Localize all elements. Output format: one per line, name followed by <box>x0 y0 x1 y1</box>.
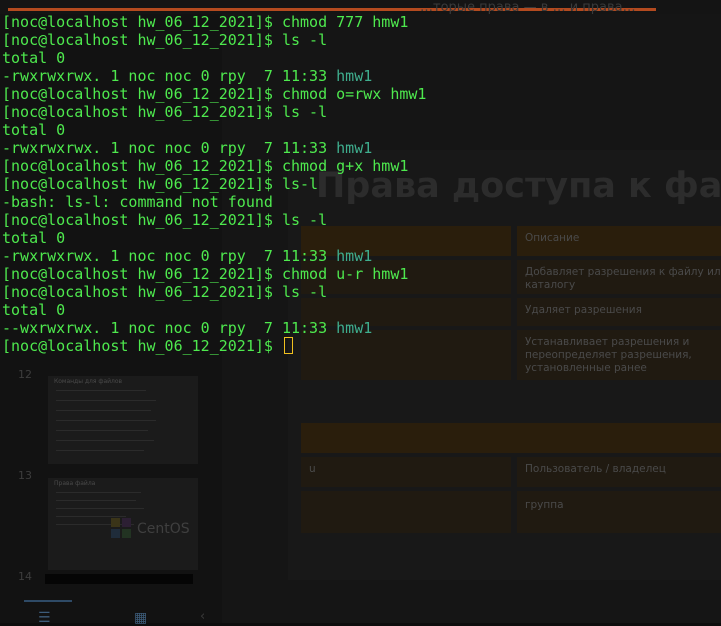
table-cell: группа <box>517 491 721 533</box>
terminal-line: [noc@localhost hw_06_12_2021]$ ls -l <box>2 211 327 229</box>
table-cell: Устанавливает разрешения и переопределяе… <box>517 330 721 380</box>
terminal-line: total 0 <box>2 229 65 247</box>
table-cell: Добавляет разрешения к файлу или каталог… <box>517 260 721 294</box>
thumbnail-title: Команды для файлов <box>54 378 123 385</box>
terminal-text: total 0 <box>2 49 66 67</box>
viewer-top-text: …торые права — в … и права… <box>420 0 636 15</box>
table-row: u Пользователь / владелец <box>301 457 721 487</box>
cell-text: Описание <box>525 232 580 244</box>
terminal-line: [noc@localhost hw_06_12_2021]$ chmod o=r… <box>2 85 426 103</box>
terminal-text: total 0 <box>2 121 66 139</box>
table-cell <box>301 491 511 533</box>
terminal-text: [noc@localhost hw_06_12_2021]$ chmod o=r… <box>2 85 427 103</box>
terminal-line: total 0 <box>2 121 65 139</box>
cell-text: группа <box>525 499 564 511</box>
terminal-text: [noc@localhost hw_06_12_2021]$ ls -l <box>2 103 328 121</box>
terminal-text: [noc@localhost hw_06_12_2021]$ chmod u-r… <box>2 265 409 283</box>
terminal-text: -rwxrwxrwx. 1 noc noc 0 rpy 7 11:33 <box>2 247 337 265</box>
table-cell: u <box>301 457 511 487</box>
slide-number: 12 <box>18 368 32 381</box>
table-row: Устанавливает разрешения и переопределяе… <box>301 330 721 380</box>
terminal-line: [noc@localhost hw_06_12_2021]$ ls -l <box>2 283 327 301</box>
table-cell: Описание <box>517 226 721 256</box>
terminal-line: -bash: ls-l: command not found <box>2 193 273 211</box>
file-name: hmw1 <box>336 67 373 85</box>
terminal-line: [noc@localhost hw_06_12_2021]$ <box>2 337 293 355</box>
cell-text: Устанавливает разрешения и переопределяе… <box>525 336 692 374</box>
thumbnail-line <box>56 430 148 431</box>
terminal-cursor[interactable] <box>283 337 293 354</box>
terminal-line: [noc@localhost hw_06_12_2021]$ chmod u-r… <box>2 265 408 283</box>
terminal-line: [noc@localhost hw_06_12_2021]$ ls -l <box>2 103 327 121</box>
slide-table-band <box>301 423 721 453</box>
terminal-line: total 0 <box>2 49 65 67</box>
terminal-text: [noc@localhost hw_06_12_2021]$ <box>2 337 282 355</box>
terminal-text: [noc@localhost hw_06_12_2021]$ ls-l <box>2 175 319 193</box>
terminal-line: [noc@localhost hw_06_12_2021]$ ls -l <box>2 31 327 49</box>
slide-number: 13 <box>18 469 32 482</box>
thumbnail-line <box>56 508 144 509</box>
list-view-icon[interactable]: ☰ <box>38 610 51 626</box>
terminal-line: --wxrwxrwx. 1 noc noc 0 rpy 7 11:33 hmw1 <box>2 319 372 337</box>
terminal-text: [noc@localhost hw_06_12_2021]$ chmod g+x… <box>2 157 409 175</box>
thumbnail-line <box>56 400 156 401</box>
centos-label: CentOS <box>137 521 190 537</box>
terminal-line: -rwxrwxrwx. 1 noc noc 0 rpy 7 11:33 hmw1 <box>2 247 372 265</box>
table-cell <box>301 330 511 380</box>
cell-text: Пользователь / владелец <box>525 463 666 475</box>
cell-text: u <box>309 463 316 475</box>
cell-text: Добавляет разрешения к файлу или каталог… <box>525 266 721 291</box>
file-name: hmw1 <box>336 319 373 337</box>
thumbnail-line <box>56 492 141 493</box>
file-name: hmw1 <box>336 139 373 157</box>
terminal-text: -bash: ls-l: command not found <box>2 193 273 211</box>
slide-thumbnail-12[interactable]: Команды для файлов <box>48 376 198 464</box>
terminal-text: [noc@localhost hw_06_12_2021]$ ls -l <box>2 31 328 49</box>
view-tab-underline <box>24 600 72 602</box>
terminal-line: -rwxrwxrwx. 1 noc noc 0 rpy 7 11:33 hmw1 <box>2 67 372 85</box>
cell-text: Удаляет разрешения <box>525 304 642 316</box>
thumbnail-line <box>56 390 146 391</box>
thumbnail-title: Права файла <box>54 480 96 487</box>
terminal-text: -rwxrwxrwx. 1 noc noc 0 rpy 7 11:33 <box>2 139 337 157</box>
thumbnail-caption-bar <box>45 574 193 584</box>
collapse-chevron-icon[interactable]: ‹ <box>200 609 205 624</box>
terminal-text: [noc@localhost hw_06_12_2021]$ chmod 777… <box>2 13 409 31</box>
terminal-text: [noc@localhost hw_06_12_2021]$ ls -l <box>2 283 328 301</box>
terminal-line: [noc@localhost hw_06_12_2021]$ ls-l <box>2 175 318 193</box>
thumbnail-line <box>56 410 151 411</box>
terminal-text: --wxrwxrwx. 1 noc noc 0 rpy 7 11:33 <box>2 319 337 337</box>
terminal-text: total 0 <box>2 229 66 247</box>
terminal-line: -rwxrwxrwx. 1 noc noc 0 rpy 7 11:33 hmw1 <box>2 139 372 157</box>
table-cell: Пользователь / владелец <box>517 457 721 487</box>
terminal-text: [noc@localhost hw_06_12_2021]$ ls -l <box>2 211 328 229</box>
viewer-top-bar: …торые права — в … и права… <box>0 0 721 15</box>
thumbnail-line <box>56 420 156 421</box>
table-row: группа <box>301 491 721 533</box>
grid-view-icon[interactable]: ▦ <box>134 610 147 626</box>
terminal-line: total 0 <box>2 301 65 319</box>
thumbnail-line <box>56 500 136 501</box>
thumbnail-line <box>56 450 144 451</box>
slide-number: 14 <box>18 570 32 583</box>
file-name: hmw1 <box>336 247 373 265</box>
terminal-text: total 0 <box>2 301 66 319</box>
centos-logo-icon <box>111 518 131 538</box>
table-cell: Удаляет разрешения <box>517 298 721 326</box>
terminal-line: [noc@localhost hw_06_12_2021]$ chmod 777… <box>2 13 408 31</box>
thumbnail-line <box>56 440 154 441</box>
terminal-text: -rwxrwxrwx. 1 noc noc 0 rpy 7 11:33 <box>2 67 337 85</box>
terminal-line: [noc@localhost hw_06_12_2021]$ chmod g+x… <box>2 157 408 175</box>
